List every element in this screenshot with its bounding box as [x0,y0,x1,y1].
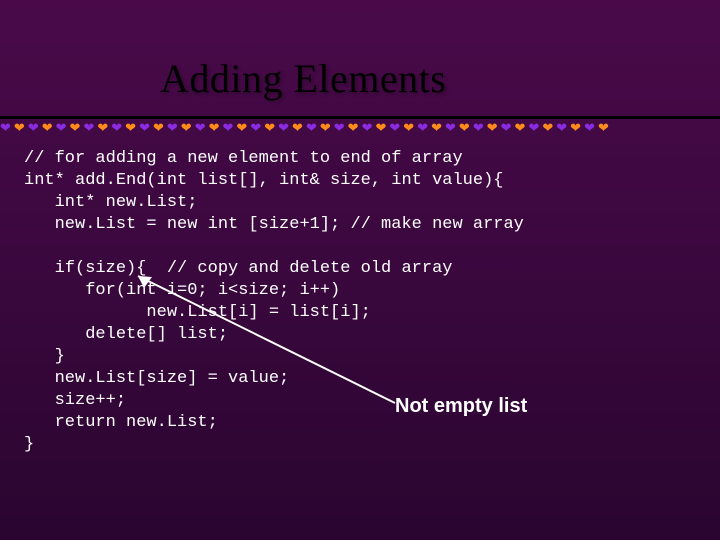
divider-line [0,116,720,119]
slide-title: Adding Elements [160,55,446,102]
code-block: // for adding a new element to end of ar… [24,148,704,456]
slide: Adding Elements ❤❤❤❤❤❤❤❤❤❤❤❤❤❤❤❤❤❤❤❤❤❤❤❤… [0,0,720,540]
annotation-text: Not empty list [395,395,527,418]
heart-divider: ❤❤❤❤❤❤❤❤❤❤❤❤❤❤❤❤❤❤❤❤❤❤❤❤❤❤❤❤❤❤❤❤❤❤❤❤❤❤❤❤… [0,121,720,135]
